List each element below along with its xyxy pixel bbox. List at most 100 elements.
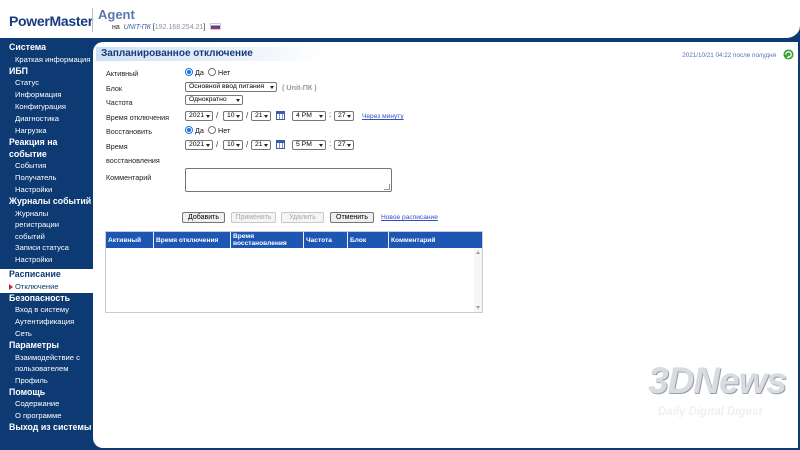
schedule-table: Активный Время отключения Время восстано… xyxy=(105,231,483,313)
block-select[interactable]: Основной ввод питания xyxy=(185,82,277,92)
restore-minute-value: 27 xyxy=(338,141,346,148)
sidebar-section-ups[interactable]: ИБП xyxy=(0,66,93,78)
restore-no-radio[interactable] xyxy=(208,126,216,134)
russia-flag-icon[interactable] xyxy=(210,23,222,30)
chevron-down-icon xyxy=(319,115,323,118)
active-no-radio[interactable] xyxy=(208,68,216,76)
calendar-icon[interactable] xyxy=(276,140,285,149)
restore-year-value: 2021 xyxy=(189,141,205,148)
shutdown-year-select[interactable]: 2021 xyxy=(185,111,213,121)
active-yes-radio[interactable] xyxy=(185,68,193,76)
restore-day-value: 21 xyxy=(255,141,263,148)
shutdown-minute-value: 27 xyxy=(338,112,346,119)
watermark-logo: 3DNews xyxy=(648,360,787,401)
chevron-down-icon xyxy=(236,144,240,147)
sidebar-item-status[interactable]: Статус xyxy=(0,77,93,89)
sidebar-item-log-settings[interactable]: Настройки xyxy=(0,254,93,266)
sidebar-item-shutdown[interactable]: Отключение xyxy=(0,280,93,293)
restore-day-select[interactable]: 21 xyxy=(251,140,271,150)
active-no-label: Нет xyxy=(218,68,231,77)
logo-divider xyxy=(92,8,93,32)
comment-textarea[interactable] xyxy=(185,168,392,192)
add-button[interactable]: Добавить xyxy=(182,212,225,223)
restore-time-label: Время xyxy=(106,142,128,151)
watermark-tagline: Daily Digital Digest xyxy=(658,406,763,418)
sidebar-section-system[interactable]: Система xyxy=(0,42,93,54)
restore-month-select[interactable]: 10 xyxy=(223,140,243,150)
chevron-down-icon xyxy=(236,115,240,118)
restore-hour-select[interactable]: 5 PM xyxy=(292,140,326,150)
sidebar-section-logs[interactable]: Журналы событий xyxy=(0,196,93,208)
sidebar-item-contents[interactable]: Содержание xyxy=(0,398,93,410)
sidebar-item-events[interactable]: События xyxy=(0,160,93,172)
shutdown-month-select[interactable]: 10 xyxy=(223,111,243,121)
sidebar-section-parameters[interactable]: Параметры xyxy=(0,340,93,352)
block-label: Блок xyxy=(106,84,123,93)
sidebar-section-schedule[interactable]: Расписание xyxy=(0,269,93,281)
column-header-active[interactable]: Активный xyxy=(106,232,154,248)
restore-hour-value: 5 PM xyxy=(296,141,312,148)
sidebar-item-status-records[interactable]: Записи статуса xyxy=(0,242,93,254)
calendar-icon[interactable] xyxy=(276,111,285,120)
new-schedule-link[interactable]: Новое расписание xyxy=(381,214,438,221)
table-scrollbar[interactable] xyxy=(474,248,482,312)
restore-minute-select[interactable]: 27 xyxy=(334,140,354,150)
sidebar-item-authentication[interactable]: Аутентификация xyxy=(0,316,93,328)
restore-year-select[interactable]: 2021 xyxy=(185,140,213,150)
page-title: Запланированное отключение xyxy=(96,47,326,61)
column-header-comment[interactable]: Комментарий xyxy=(389,232,482,248)
sidebar-item-information[interactable]: Информация xyxy=(0,89,93,101)
in-one-minute-link[interactable]: Через минуту xyxy=(362,113,404,120)
shutdown-hour-value: 4 PM xyxy=(296,112,312,119)
block-hint: ( Unit-ПК ) xyxy=(282,83,317,92)
shutdown-hour-select[interactable]: 4 PM xyxy=(292,111,326,121)
apply-button[interactable]: Применить xyxy=(231,212,276,223)
date-separator: / xyxy=(246,140,249,149)
delete-button[interactable]: Удалить xyxy=(281,212,324,223)
column-header-restore-time[interactable]: Время восстановления xyxy=(231,232,304,248)
sidebar-item-event-logs[interactable]: Журналы регистрации событий xyxy=(0,208,80,243)
chevron-down-icon xyxy=(347,115,351,118)
date-separator: / xyxy=(216,111,219,120)
sidebar-section-logout[interactable]: Выход из системы xyxy=(0,422,93,434)
sidebar-item-diagnostics[interactable]: Диагностика xyxy=(0,113,93,125)
shutdown-day-value: 21 xyxy=(255,112,263,119)
column-header-block[interactable]: Блок xyxy=(348,232,389,248)
comment-label: Комментарий xyxy=(106,173,152,182)
column-header-frequency[interactable]: Частота xyxy=(304,232,348,248)
frequency-select-value: Однократно xyxy=(189,96,227,103)
restore-no-label: Нет xyxy=(218,126,231,135)
restore-yes-radio[interactable] xyxy=(185,126,193,134)
sidebar-item-network[interactable]: Сеть xyxy=(0,328,93,340)
frequency-label: Частота xyxy=(106,98,133,107)
sidebar-section-security[interactable]: Безопасность xyxy=(0,293,93,305)
ip-bracket-close: ] xyxy=(203,24,206,31)
watermark: 3DNews Daily Digital Digest xyxy=(648,360,793,440)
sidebar-section-event-action[interactable]: Реакция на событие xyxy=(0,137,90,160)
chevron-down-icon xyxy=(319,144,323,147)
sidebar-item-recipient[interactable]: Получатель xyxy=(0,172,93,184)
status-timestamp: 2021/10/21 04:22 после полудня xyxy=(682,52,776,59)
sidebar-item-profile[interactable]: Профиль xyxy=(0,375,93,387)
sidebar-item-load[interactable]: Нагрузка xyxy=(0,125,93,137)
sidebar-item-user-interaction[interactable]: Взаимодействие с пользователем xyxy=(0,352,80,375)
shutdown-minute-select[interactable]: 27 xyxy=(334,111,354,121)
sidebar-item-about[interactable]: О программе xyxy=(0,410,93,422)
scroll-up-icon[interactable] xyxy=(476,251,480,254)
shutdown-day-select[interactable]: 21 xyxy=(251,111,271,121)
refresh-icon[interactable] xyxy=(783,49,794,60)
cancel-button[interactable]: Отменить xyxy=(330,212,374,223)
column-header-shutdown-time[interactable]: Время отключения xyxy=(154,232,231,248)
sidebar-item-event-settings[interactable]: Настройки xyxy=(0,184,93,196)
sidebar-item-login[interactable]: Вход в систему xyxy=(0,304,93,316)
app-header: PowerMaster Agent на UNIT-ПК [192.168.25… xyxy=(0,0,800,40)
frequency-select[interactable]: Однократно xyxy=(185,95,243,105)
restore-month-value: 10 xyxy=(227,141,235,148)
restore-time-label-2: восстановления xyxy=(106,156,160,165)
sidebar-item-summary[interactable]: Краткая информация xyxy=(0,54,93,66)
shutdown-year-value: 2021 xyxy=(189,112,205,119)
active-label: Активный xyxy=(106,69,139,78)
sidebar-section-help[interactable]: Помощь xyxy=(0,387,93,399)
sidebar-item-configuration[interactable]: Конфигурация xyxy=(0,101,93,113)
scroll-down-icon[interactable] xyxy=(476,306,480,309)
